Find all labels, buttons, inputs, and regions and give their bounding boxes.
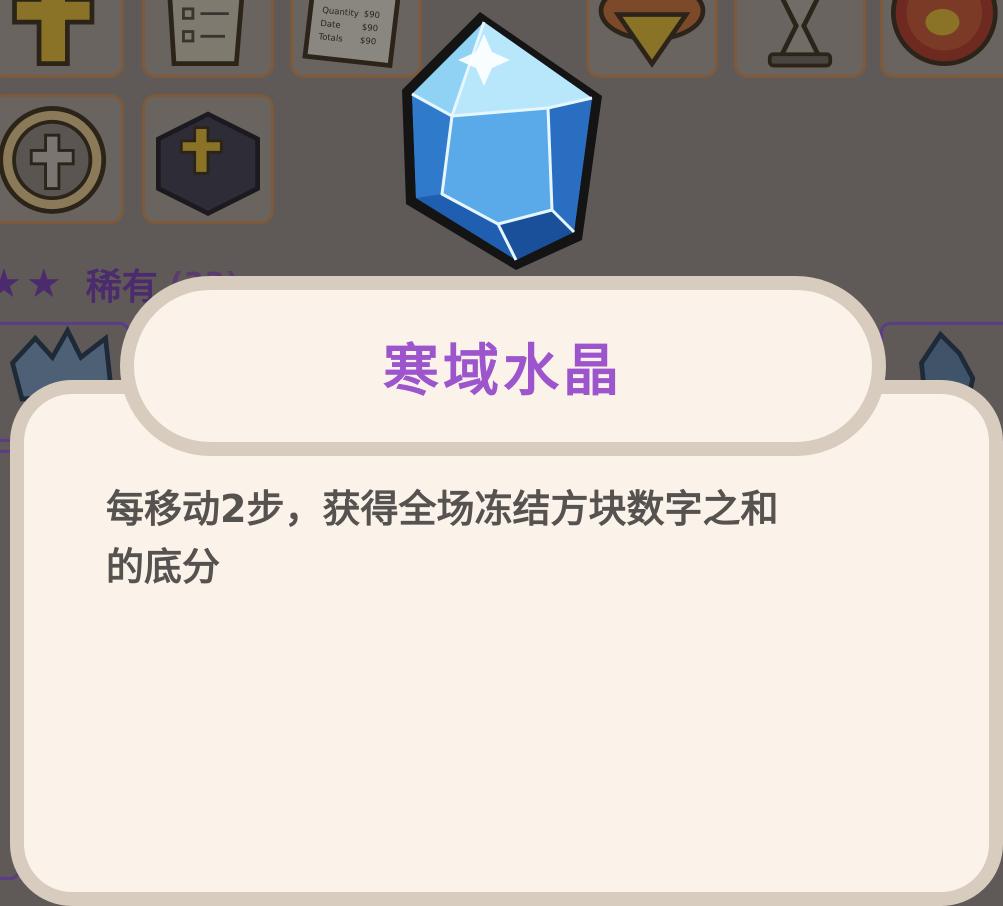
gold-cross-icon	[12, 0, 95, 67]
item-slot-hourglass[interactable]	[734, 0, 866, 78]
item-title: 寒域水晶	[383, 338, 623, 404]
item-description-line: 每移动2步，获得全场冻结方块数字之和	[106, 487, 779, 531]
hourglass-icon	[767, 0, 833, 68]
svg-text:$90: $90	[359, 36, 376, 48]
svg-text:Date: Date	[320, 19, 341, 31]
rarity-stars: ★★	[0, 261, 66, 307]
svg-text:$90: $90	[363, 9, 380, 21]
blue-crystal-icon	[402, 12, 602, 270]
svg-text:$90: $90	[361, 23, 378, 35]
chick-emblem-icon	[890, 0, 998, 67]
item-title-tab: 寒域水晶	[120, 276, 886, 456]
holy-book-icon	[156, 111, 260, 217]
item-description: 每移动2步，获得全场冻结方块数字之和 的底分	[106, 480, 886, 596]
item-slot-cross-coin[interactable]	[0, 94, 124, 224]
item-slot-paper-list[interactable]	[142, 0, 274, 78]
item-slot-holy-book[interactable]	[142, 94, 274, 224]
item-slot-chick-emblem[interactable]	[880, 0, 1003, 78]
cross-coin-icon	[0, 106, 107, 214]
paper-list-icon	[167, 0, 245, 67]
item-slot-gold-cross[interactable]	[0, 0, 124, 78]
item-description-line: 的底分	[106, 545, 221, 589]
item-detail-card	[10, 380, 1003, 906]
